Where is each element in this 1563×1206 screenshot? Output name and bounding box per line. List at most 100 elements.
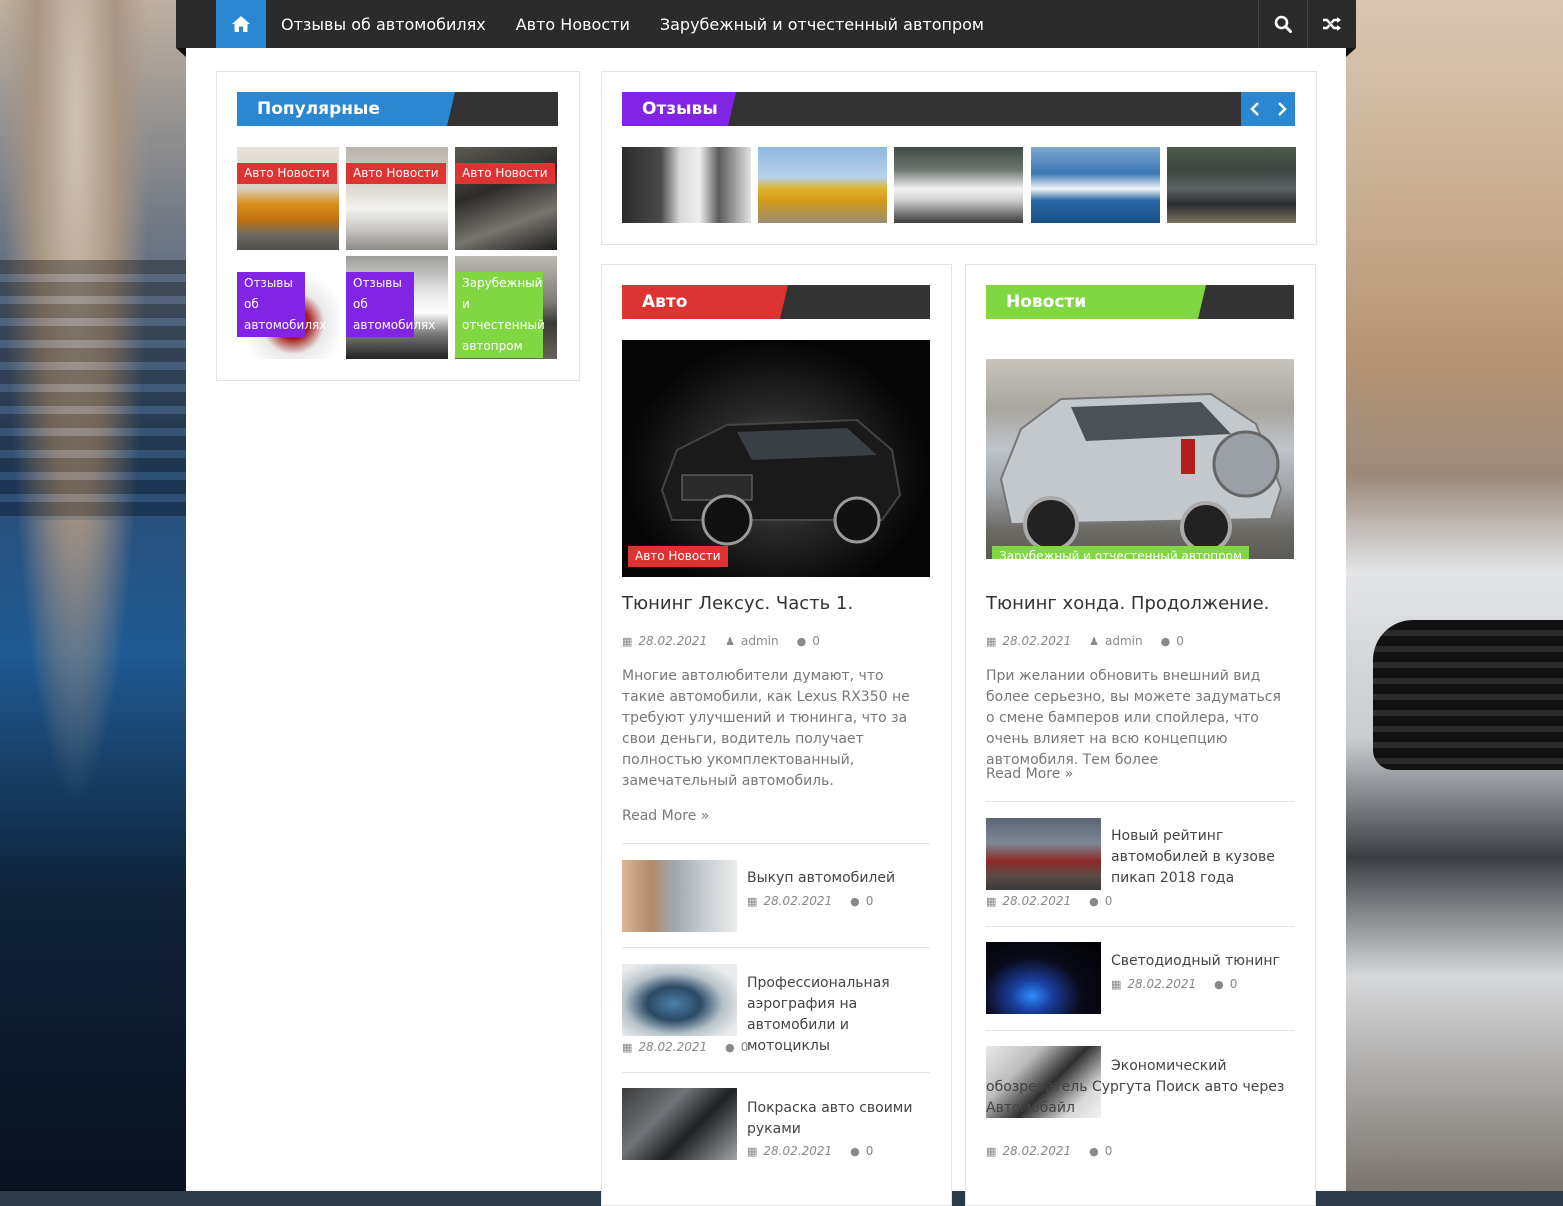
- post-date[interactable]: 28.02.2021: [1127, 977, 1196, 991]
- calendar-icon: ▦: [622, 1040, 633, 1054]
- small-post-thumb[interactable]: [622, 860, 737, 932]
- home-button[interactable]: [216, 0, 266, 48]
- small-post-meta: ▦ 28.02.2021 ● 0: [986, 894, 1112, 908]
- category-badge[interactable]: Отзывы об автомобилях: [237, 272, 326, 337]
- comment-count[interactable]: 0: [1105, 1144, 1113, 1158]
- small-post-title[interactable]: Покраска авто своими руками: [747, 1098, 922, 1140]
- small-post-title[interactable]: Профессиональная аэрография на автомобил…: [747, 973, 932, 1057]
- search-button[interactable]: [1258, 0, 1307, 48]
- nav-item-auto-news[interactable]: Авто Новости: [501, 0, 645, 48]
- calendar-icon: ▦: [747, 894, 758, 908]
- shuffle-icon: [1323, 17, 1341, 31]
- popular-post-thumb[interactable]: Зарубежный и отчестенный автопром: [455, 256, 557, 359]
- black-suv-illustration: [660, 418, 902, 546]
- comment-count[interactable]: 0: [741, 1040, 749, 1054]
- post-date[interactable]: 28.02.2021: [638, 634, 707, 648]
- small-post-thumb[interactable]: [986, 942, 1101, 1014]
- category-badge[interactable]: Авто Новости: [346, 163, 446, 184]
- featured-post-title[interactable]: Тюнинг хонда. Продолжение.: [986, 593, 1269, 614]
- construction-machines-image: [758, 147, 887, 223]
- small-post-title[interactable]: Новый рейтинг автомобилей в кузове пикап…: [1111, 826, 1291, 889]
- comment-count[interactable]: 0: [812, 634, 820, 648]
- money-car-image: [622, 860, 737, 932]
- category-badge[interactable]: Авто Новости: [237, 163, 337, 184]
- featured-post-title[interactable]: Тюнинг Лексус. Часть 1.: [622, 593, 853, 614]
- small-post-title[interactable]: Экономический обозреватель Сургута Поиск…: [986, 1056, 1286, 1119]
- category-badge[interactable]: Авто Новости: [628, 546, 728, 567]
- small-post-title[interactable]: Выкуп автомобилей: [747, 868, 932, 889]
- post-date[interactable]: 28.02.2021: [763, 894, 832, 908]
- carousel-slide[interactable]: [758, 147, 887, 223]
- comment-icon: ●: [1089, 894, 1099, 908]
- car-painting-image: [622, 1088, 737, 1160]
- post-author[interactable]: admin: [1105, 634, 1143, 648]
- comment-count[interactable]: 0: [866, 1144, 874, 1158]
- carousel-slide[interactable]: [622, 147, 751, 223]
- post-date[interactable]: 28.02.2021: [763, 1144, 832, 1158]
- category-badge[interactable]: Авто Новости: [455, 163, 555, 184]
- small-post-meta: ▦ 28.02.2021 ● 0: [622, 1040, 748, 1054]
- comment-icon: ●: [1089, 1144, 1099, 1158]
- comment-count[interactable]: 0: [1176, 634, 1184, 648]
- read-more-link[interactable]: Read More »: [622, 808, 709, 824]
- post-date[interactable]: 28.02.2021: [1002, 634, 1071, 648]
- car-rear-image: [622, 147, 751, 223]
- random-post-button[interactable]: [1307, 0, 1356, 48]
- carousel-next-button[interactable]: [1268, 92, 1295, 126]
- popular-post-thumb[interactable]: Авто Новости: [237, 147, 339, 250]
- read-more-link[interactable]: Read More »: [986, 766, 1073, 782]
- category-badge[interactable]: Зарубежный и отчестенный автопром: [992, 546, 1250, 559]
- reviews-title: Отзывы: [622, 92, 736, 126]
- nav-item-reviews[interactable]: Отзывы об автомобилях: [266, 0, 501, 48]
- auto-news-widget: Авто Новости Авто Новости Тюнинг Лексус.…: [601, 264, 952, 1206]
- category-badge[interactable]: Зарубежный и отчестенный автопром: [455, 272, 545, 358]
- featured-post-excerpt: Многие автолюбители думают, что такие ав…: [622, 668, 910, 789]
- small-post-meta: ▦ 28.02.2021 ● 0: [1111, 977, 1237, 991]
- calendar-icon: ▦: [986, 1144, 997, 1158]
- carousel-slide[interactable]: [894, 147, 1023, 223]
- small-post-thumb[interactable]: [986, 818, 1101, 890]
- popular-post-thumb[interactable]: Отзывы об автомобилях: [346, 256, 448, 359]
- featured-post-image[interactable]: Авто Новости: [622, 340, 930, 577]
- post-author[interactable]: admin: [741, 634, 779, 648]
- nav-item-autoprom[interactable]: Зарубежный и отчестенный автопром: [645, 0, 999, 48]
- search-icon: [1274, 15, 1292, 33]
- comment-count[interactable]: 0: [866, 894, 874, 908]
- small-post-meta: ▦ 28.02.2021 ● 0: [986, 1144, 1112, 1158]
- small-post-thumb[interactable]: [622, 964, 737, 1036]
- comment-count[interactable]: 0: [1230, 977, 1238, 991]
- divider: [986, 801, 1294, 802]
- popular-post-thumb[interactable]: Авто Новости: [455, 147, 557, 250]
- divider: [622, 843, 930, 844]
- post-date[interactable]: 28.02.2021: [1002, 894, 1071, 908]
- popular-post-thumb[interactable]: Отзывы об автомобилях: [237, 256, 339, 359]
- popular-posts-title-bar: Популярные записи: [237, 92, 558, 126]
- calendar-icon: ▦: [1111, 977, 1122, 991]
- comment-count[interactable]: 0: [1105, 894, 1113, 908]
- popular-posts-title: Популярные записи: [237, 92, 455, 126]
- calendar-icon: ▦: [986, 634, 997, 648]
- featured-post-image[interactable]: Зарубежный и отчестенный автопром: [986, 359, 1294, 559]
- auto-news-title-bar: Авто Новости: [622, 285, 930, 319]
- chevron-right-icon: [1277, 102, 1287, 116]
- small-post-meta: ▦ 28.02.2021 ● 0: [747, 894, 873, 908]
- reviews-carousel-widget: Отзывы: [601, 71, 1317, 245]
- small-post-title[interactable]: Светодиодный тюнинг: [1111, 951, 1291, 972]
- category-badge[interactable]: Отзывы об автомобилях: [346, 272, 435, 337]
- comment-icon: ●: [725, 1040, 735, 1054]
- user-icon: ♟: [725, 634, 735, 648]
- airbrushed-motorcycle-image: [622, 964, 737, 1036]
- chevron-left-icon: [1249, 102, 1259, 116]
- background-right-car: [1343, 0, 1563, 1191]
- small-post-thumb[interactable]: [622, 1088, 737, 1160]
- post-date[interactable]: 28.02.2021: [638, 1040, 707, 1054]
- carousel-slide[interactable]: [1031, 147, 1160, 223]
- post-date[interactable]: 28.02.2021: [1002, 1144, 1071, 1158]
- divider: [622, 1072, 930, 1073]
- auto-news-title: Авто Новости: [622, 285, 788, 319]
- carousel-slide[interactable]: [1167, 147, 1296, 223]
- grey-bmw-image: [1167, 147, 1296, 223]
- carousel-prev-button[interactable]: [1241, 92, 1268, 126]
- comment-icon: ●: [850, 894, 860, 908]
- popular-post-thumb[interactable]: Авто Новости: [346, 147, 448, 250]
